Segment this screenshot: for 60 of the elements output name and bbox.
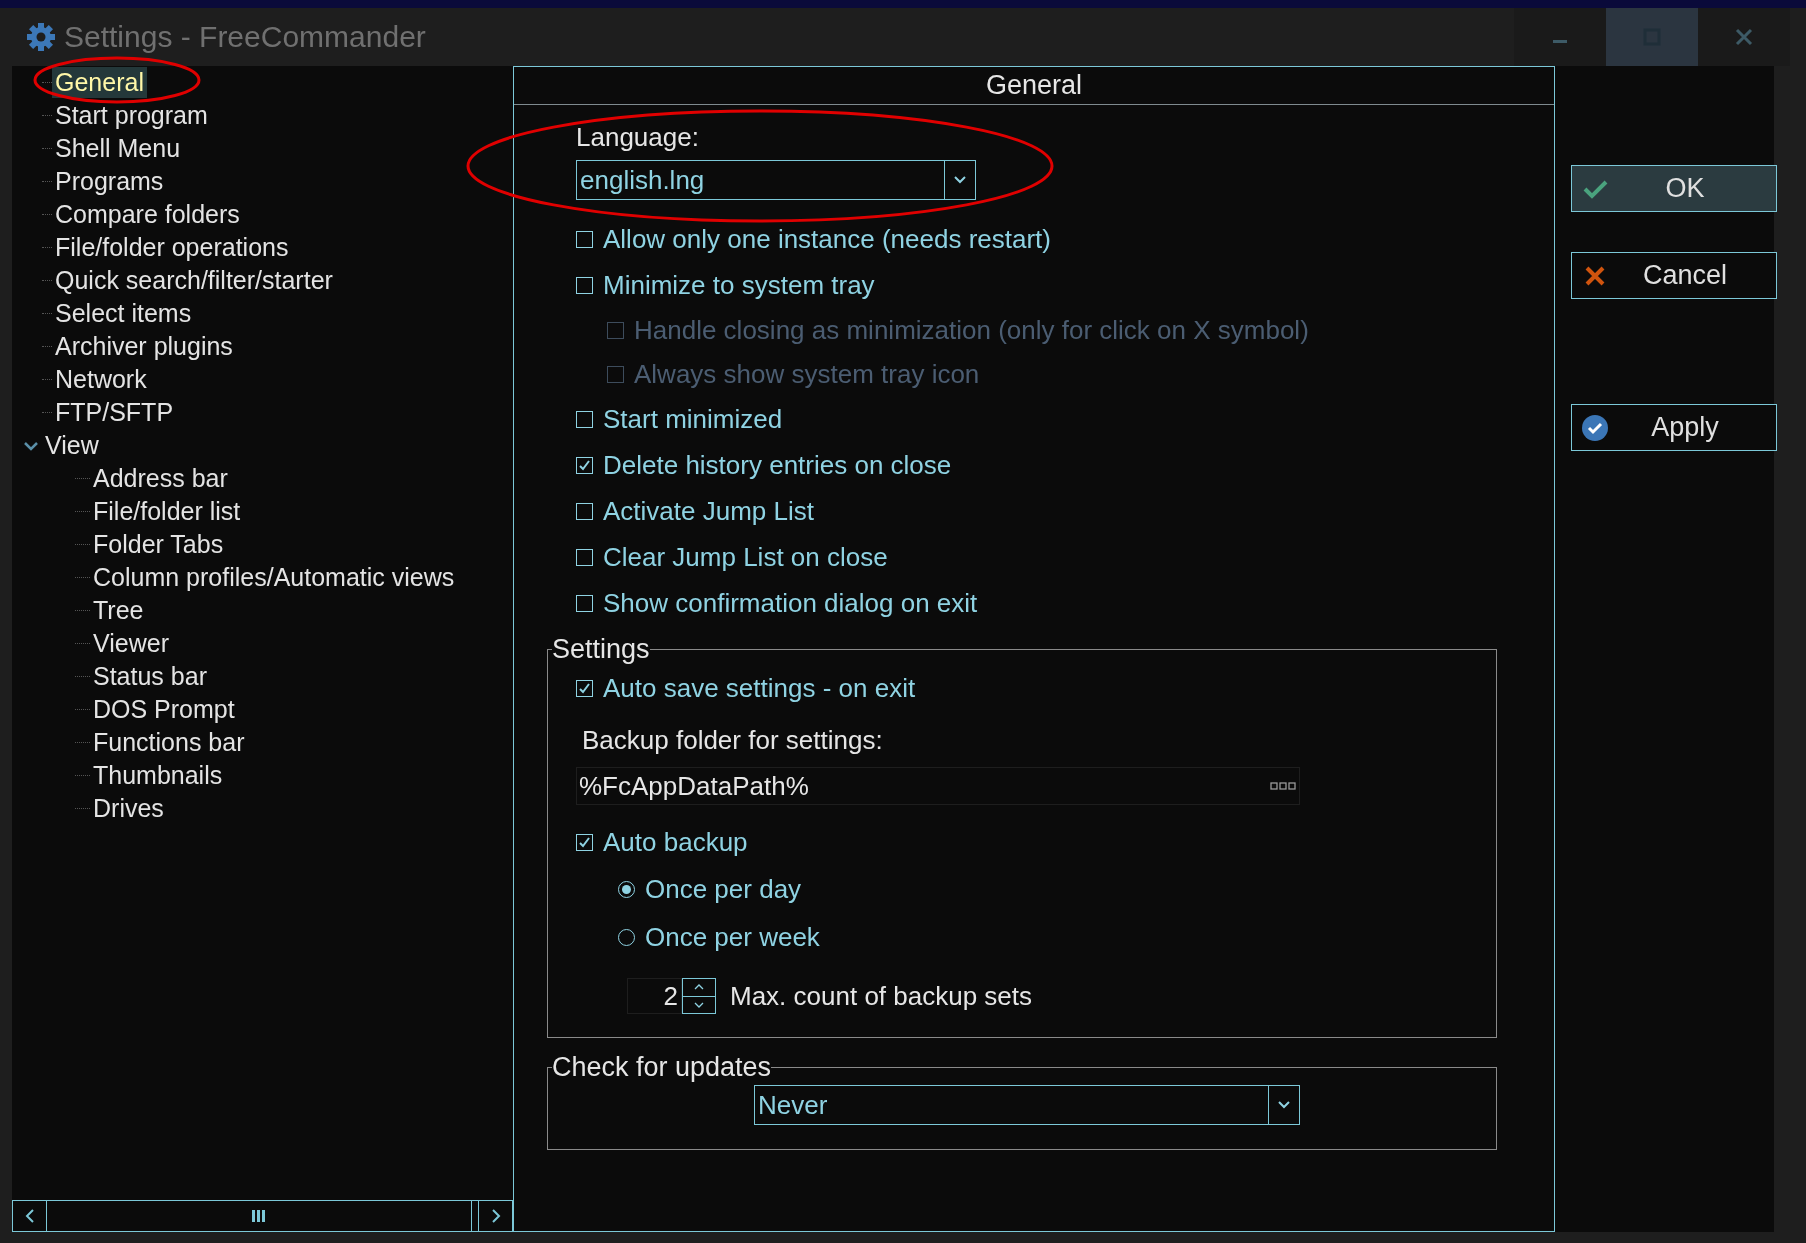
option-label: Show confirmation dialog on exit	[603, 587, 978, 619]
grip-icon[interactable]	[252, 1210, 266, 1222]
tree-item[interactable]: Shell Menu	[52, 133, 184, 164]
chevron-left-icon[interactable]	[24, 1209, 35, 1223]
tree-item[interactable]: Start program	[52, 100, 211, 131]
window-title: Settings - FreeCommander	[64, 20, 426, 54]
tree-item[interactable]: Select items	[52, 298, 195, 329]
max-count-label: Max. count of backup sets	[730, 980, 1033, 1012]
tree-item[interactable]: General	[52, 67, 147, 98]
tree-item[interactable]: Compare folders	[52, 199, 243, 230]
horizontal-scrollbar[interactable]	[12, 1200, 513, 1232]
tree-item[interactable]: DOS Prompt	[90, 694, 238, 725]
tree-item[interactable]: FTP/SFTP	[52, 397, 177, 428]
option-label: Allow only one instance (needs restart)	[603, 223, 1051, 255]
dialog-button[interactable]: Apply	[1571, 404, 1777, 451]
tree-item[interactable]: Viewer	[90, 628, 172, 659]
option-label: Always show system tray icon	[634, 358, 980, 390]
gear-icon	[26, 22, 56, 52]
updates-dropdown[interactable]: Never	[754, 1085, 1300, 1125]
tree-item[interactable]: Drives	[90, 793, 167, 824]
option-label: Activate Jump List	[603, 495, 814, 527]
language-dropdown[interactable]: english.lng	[576, 160, 976, 200]
backup-folder-field[interactable]: %FcAppDataPath%	[576, 767, 1300, 805]
option-label: Delete history entries on close	[603, 449, 952, 481]
tree-item[interactable]: Programs	[52, 166, 167, 197]
ellipsis-icon[interactable]	[1270, 782, 1296, 790]
tree-item[interactable]: Archiver plugins	[52, 331, 236, 362]
language-label: Language:	[576, 122, 699, 154]
tree-item[interactable]: View	[42, 430, 102, 461]
dialog-button[interactable]: Cancel	[1571, 252, 1777, 299]
option-label: Auto backup	[603, 826, 748, 858]
chevron-down-icon	[1277, 1100, 1291, 1110]
backup-folder-label: Backup folder for settings:	[582, 725, 883, 757]
tree-item[interactable]: Quick search/filter/starter	[52, 265, 336, 296]
tree-item[interactable]: Folder Tabs	[90, 529, 227, 560]
tree-item[interactable]: Network	[52, 364, 150, 395]
chevron-down-icon[interactable]	[694, 1001, 704, 1008]
tree-item[interactable]: Thumbnails	[90, 760, 226, 791]
chevron-down-icon	[953, 175, 967, 185]
tree-item[interactable]: Functions bar	[90, 727, 248, 758]
chevron-up-icon[interactable]	[694, 984, 704, 991]
tree-item[interactable]: Status bar	[90, 661, 210, 692]
chevron-right-icon[interactable]	[490, 1209, 501, 1223]
option-label: Clear Jump List on close	[603, 541, 888, 573]
group-title: Check for updates	[552, 1052, 772, 1083]
option-label: Handle closing as minimization (only for click on X symbol)	[634, 314, 1309, 346]
tree-item[interactable]: Column profiles/Automatic views	[90, 562, 458, 593]
option-label: Start minimized	[603, 403, 783, 435]
panel-title: General	[514, 67, 1554, 105]
option-label: Once per week	[645, 921, 820, 953]
tree-item[interactable]: File/folder list	[90, 496, 244, 527]
option-label: Minimize to system tray	[603, 269, 875, 301]
tree-item[interactable]: File/folder operations	[52, 232, 292, 263]
dialog-button[interactable]: OK	[1571, 165, 1777, 212]
tree-item[interactable]: Tree	[90, 595, 147, 626]
check-circle-icon	[1582, 414, 1608, 441]
tree-item[interactable]: Address bar	[90, 463, 231, 494]
option-label: Auto save settings - on exit	[603, 672, 916, 704]
option-label: Once per day	[645, 873, 802, 905]
group-title: Settings	[552, 634, 650, 665]
